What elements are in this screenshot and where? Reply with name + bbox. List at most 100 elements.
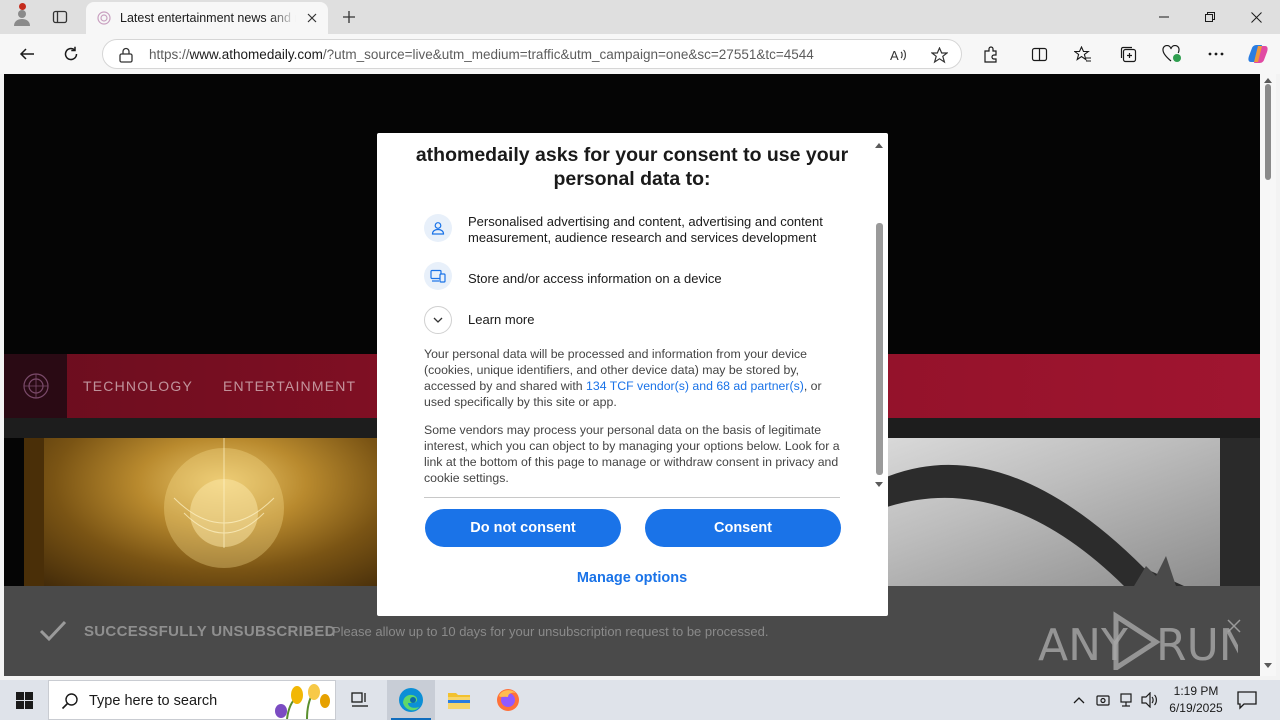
chevron-down-icon xyxy=(433,317,443,323)
copilot-icon xyxy=(1248,45,1268,63)
favorites-button[interactable] xyxy=(1068,40,1098,68)
search-highlight-flowers-icon xyxy=(275,684,330,719)
site-logo-icon xyxy=(22,373,49,399)
clock-date[interactable]: 6/19/2025 xyxy=(1164,701,1228,715)
favorites-star-icon xyxy=(1074,45,1091,62)
show-hidden-icons-chevron-up-icon[interactable] xyxy=(1070,691,1088,709)
tab-bar: Latest entertainment news and re xyxy=(0,0,1280,34)
browser-toolbar: https://www.athomedaily.com/?utm_source=… xyxy=(0,34,1280,74)
site-info-lock-icon[interactable] xyxy=(117,46,135,64)
security-tray-icon[interactable] xyxy=(1094,691,1112,709)
consent-dialog: athomedaily asks for your consent to use… xyxy=(377,133,888,616)
url-text: https://www.athomedaily.com/?utm_source=… xyxy=(149,47,814,62)
puzzle-icon xyxy=(983,45,997,63)
learn-more-toggle[interactable] xyxy=(424,306,452,334)
settings-more-button[interactable] xyxy=(1201,40,1231,68)
device-icon xyxy=(424,262,452,290)
page-scrollbar[interactable] xyxy=(1260,74,1276,676)
scroll-down-arrow-icon[interactable] xyxy=(1263,662,1273,670)
restore-button[interactable] xyxy=(1187,0,1233,34)
minimize-icon xyxy=(1159,16,1169,18)
purpose-store-access: Store and/or access information on a dev… xyxy=(468,271,722,286)
back-button[interactable] xyxy=(12,40,42,68)
hero-right-edge xyxy=(1220,438,1260,586)
chandelier-illustration xyxy=(164,438,284,568)
task-view-button[interactable] xyxy=(336,680,384,720)
vendor-partners-link[interactable]: 134 TCF vendor(s) and 68 ad partner(s) xyxy=(586,379,804,393)
read-aloud-button[interactable]: A xyxy=(887,44,911,66)
site-logo[interactable] xyxy=(4,354,67,418)
extensions-button[interactable] xyxy=(976,40,1006,68)
svg-text:A: A xyxy=(890,48,899,63)
search-icon xyxy=(61,693,78,710)
bridge-illustration xyxy=(884,464,1184,586)
hero-left-edge xyxy=(24,438,44,586)
dialog-divider xyxy=(424,497,840,498)
hero-image-right[interactable] xyxy=(884,438,1220,586)
close-icon xyxy=(1250,11,1262,23)
back-arrow-icon xyxy=(19,48,34,60)
hero-image-chandelier[interactable] xyxy=(24,438,384,586)
taskbar-firefox-app[interactable] xyxy=(484,680,532,720)
browser-essentials-button[interactable] xyxy=(1157,40,1187,68)
learn-more-label[interactable]: Learn more xyxy=(468,312,534,327)
search-placeholder: Type here to search xyxy=(89,693,218,709)
manage-options-link[interactable]: Manage options xyxy=(532,570,732,586)
add-favorite-button[interactable] xyxy=(927,44,951,66)
consent-button[interactable]: Consent xyxy=(645,509,841,547)
new-tab-button[interactable] xyxy=(336,4,362,30)
windows-taskbar: Type here to search 1:19 PM 6/19/2025 xyxy=(0,680,1280,720)
scroll-up-arrow-icon[interactable] xyxy=(1263,76,1273,84)
unsubscribe-message: Please allow up to 10 days for your unsu… xyxy=(332,624,769,639)
close-window-button[interactable] xyxy=(1233,0,1279,34)
firefox-icon xyxy=(497,689,519,711)
dialog-scroll-thumb[interactable] xyxy=(876,223,883,475)
dialog-scroll-up-icon[interactable] xyxy=(874,141,884,149)
tab-actions-button[interactable] xyxy=(46,4,74,30)
taskbar-edge-app[interactable] xyxy=(387,680,435,720)
tab-close-button[interactable] xyxy=(304,10,320,26)
nav-link-entertainment[interactable]: ENTERTAINMENT xyxy=(223,378,356,394)
start-button[interactable] xyxy=(0,680,48,720)
profile-icon xyxy=(14,10,30,26)
tab-title: Latest entertainment news and re xyxy=(120,11,296,25)
checkmark-icon xyxy=(39,620,67,642)
taskbar-file-explorer-app[interactable] xyxy=(435,680,483,720)
windows-logo-icon xyxy=(15,691,33,709)
minimize-button[interactable] xyxy=(1141,0,1187,34)
profile-notification-dot xyxy=(19,3,26,10)
heart-pulse-icon xyxy=(1162,45,1181,62)
address-bar[interactable]: https://www.athomedaily.com/?utm_source=… xyxy=(102,39,962,69)
page-scroll-thumb[interactable] xyxy=(1265,84,1271,180)
edge-browser-icon xyxy=(399,688,423,712)
consent-paragraph-2: Some vendors may process your personal d… xyxy=(424,423,840,485)
close-icon xyxy=(307,13,317,23)
split-screen-button[interactable] xyxy=(1024,40,1054,68)
notifications-icon[interactable] xyxy=(1236,690,1258,710)
volume-icon[interactable] xyxy=(1141,691,1159,709)
nav-link-technology[interactable]: TECHNOLOGY xyxy=(83,378,193,394)
person-icon xyxy=(424,214,452,242)
refresh-icon xyxy=(64,46,78,61)
more-dots-icon xyxy=(1208,52,1224,56)
do-not-consent-button[interactable]: Do not consent xyxy=(425,509,621,547)
network-icon[interactable] xyxy=(1117,691,1135,709)
unsubscribe-title: SUCCESSFULLY UNSUBSCRIBED xyxy=(84,623,336,640)
task-view-icon xyxy=(351,692,368,707)
anyrun-watermark: ANY RUN xyxy=(1038,611,1238,670)
split-screen-icon xyxy=(1031,47,1047,61)
refresh-button[interactable] xyxy=(56,40,86,68)
browser-tab-active[interactable]: Latest entertainment news and re xyxy=(86,2,328,34)
collections-icon xyxy=(1120,46,1136,62)
restore-icon xyxy=(1205,12,1215,22)
folder-icon xyxy=(448,693,470,709)
purpose-personalised-ads: Personalised advertising and content, ad… xyxy=(468,214,823,245)
svg-text:RUN: RUN xyxy=(1156,620,1238,670)
consent-paragraph-1: Your personal data will be processed and… xyxy=(424,347,822,409)
collections-button[interactable] xyxy=(1113,40,1143,68)
tab-actions-icon xyxy=(52,10,68,24)
taskbar-search-box[interactable]: Type here to search xyxy=(48,680,336,720)
dialog-scroll-down-icon[interactable] xyxy=(874,481,884,489)
copilot-button[interactable] xyxy=(1243,40,1273,68)
clock-time[interactable]: 1:19 PM xyxy=(1168,684,1224,698)
